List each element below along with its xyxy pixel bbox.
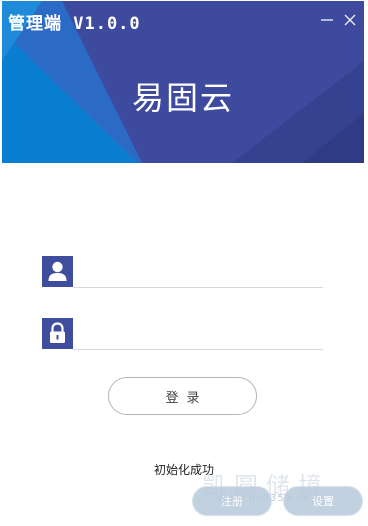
brand-name: 易固云 (131, 79, 234, 117)
password-field (42, 318, 326, 352)
username-field (42, 256, 326, 290)
password-input[interactable] (78, 320, 326, 348)
settings-button[interactable]: 设置 (283, 486, 363, 516)
window-title: 管理端 V1.0.0 (8, 14, 141, 34)
username-underline (73, 287, 323, 288)
password-underline (73, 349, 323, 350)
close-button[interactable] (341, 11, 359, 29)
minimize-button[interactable] (318, 11, 336, 29)
lock-icon (50, 322, 65, 343)
user-icon (48, 261, 67, 281)
register-button[interactable]: 注册 (192, 486, 272, 516)
header-banner: 管理端 V1.0.0 易固云 (2, 1, 364, 163)
minimize-icon (321, 19, 333, 21)
login-window: 管理端 V1.0.0 易固云 登录 初始化成功 凯圆储境 注册 设置 (0, 0, 368, 526)
username-input[interactable] (78, 258, 326, 286)
status-message: 初始化成功 (153, 463, 214, 477)
password-icon-box (42, 318, 73, 349)
username-icon-box (42, 256, 73, 287)
login-button[interactable]: 登录 (108, 377, 257, 415)
close-icon (344, 14, 356, 26)
